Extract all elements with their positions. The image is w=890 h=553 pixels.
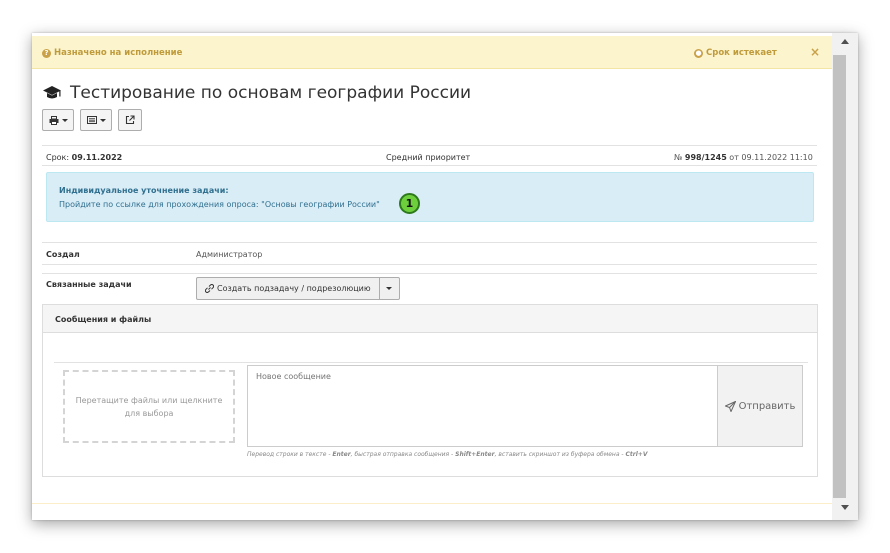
step-marker-badge: 1 bbox=[399, 193, 420, 214]
deadline-status: ● Срок истекает bbox=[694, 48, 777, 58]
deadline-status-label: Срок истекает bbox=[706, 48, 777, 58]
divider bbox=[54, 362, 808, 363]
hint-text-3: , вставить скриншот из буфера обмена - bbox=[494, 451, 626, 458]
hint-text-1: Перевод строки в тексте - bbox=[247, 451, 333, 458]
page-title: Тестирование по основам географии России bbox=[70, 83, 472, 103]
clarification-text: Пройдите по ссылке для прохождения опрос… bbox=[59, 200, 380, 209]
chevron-down-icon bbox=[61, 118, 68, 122]
messages-panel: Сообщения и файлы Перетащите файлы или щ… bbox=[42, 304, 818, 477]
assigned-status-label: Назначено на исполнение bbox=[54, 48, 183, 58]
number-prefix: № bbox=[674, 153, 685, 162]
status-alert-bar: ? Назначено на исполнение ● Срок истекае… bbox=[32, 36, 832, 69]
chevron-down-icon bbox=[99, 118, 106, 122]
new-message-input[interactable] bbox=[247, 365, 718, 447]
deadline-label: Срок: bbox=[46, 153, 72, 162]
scroll-thumb[interactable] bbox=[833, 55, 846, 498]
hint-key-ctrl-v: Ctrl+V bbox=[625, 451, 648, 458]
keyboard-hint: Перевод строки в тексте - Enter, быстрая… bbox=[247, 451, 647, 458]
created-by-value: Администратор bbox=[196, 250, 263, 259]
task-clarification-box: Индивидуальное уточнение задачи: Пройдит… bbox=[46, 172, 814, 222]
send-button[interactable]: Отправить bbox=[717, 365, 803, 447]
create-subtask-label: Создать подзадачу / подрезолюцию bbox=[217, 284, 371, 293]
print-button[interactable] bbox=[42, 109, 74, 131]
alert-close-button[interactable]: × bbox=[810, 45, 820, 59]
footer-divider bbox=[32, 503, 832, 504]
list-icon bbox=[86, 116, 97, 124]
divider bbox=[42, 145, 817, 146]
created-by-label: Создал bbox=[46, 250, 80, 259]
create-subtask-button[interactable]: Создать подзадачу / подрезолюцию bbox=[196, 277, 380, 300]
create-subtask-dropdown-toggle[interactable] bbox=[379, 277, 400, 300]
divider bbox=[42, 165, 817, 166]
hint-key-shift-enter: Shift+Enter bbox=[455, 451, 495, 458]
messages-panel-header: Сообщения и файлы bbox=[43, 305, 817, 333]
scroll-down-arrow-icon[interactable] bbox=[841, 505, 849, 510]
task-priority: Средний приоритет bbox=[386, 153, 471, 162]
hint-key-enter: Enter bbox=[332, 451, 351, 458]
assigned-status: ? Назначено на исполнение bbox=[42, 48, 182, 58]
number-date: от 09.11.2022 11:10 bbox=[726, 153, 813, 162]
task-header: Тестирование по основам географии России bbox=[42, 83, 471, 103]
send-button-label: Отправить bbox=[738, 400, 796, 412]
divider bbox=[42, 264, 817, 265]
print-icon bbox=[49, 115, 58, 125]
number-value: 998/1245 bbox=[684, 153, 727, 162]
chevron-down-icon bbox=[386, 287, 393, 290]
scroll-up-arrow-icon[interactable] bbox=[841, 39, 849, 44]
file-dropzone[interactable]: Перетащите файлы или щелкните для выбора bbox=[63, 370, 235, 443]
clock-icon: ● bbox=[694, 48, 703, 58]
link-icon bbox=[205, 284, 214, 293]
list-view-button[interactable] bbox=[80, 109, 112, 131]
task-window: ? Назначено на исполнение ● Срок истекае… bbox=[32, 33, 858, 520]
messages-panel-title: Сообщения и файлы bbox=[55, 315, 152, 324]
deadline-value: 09.11.2022 bbox=[71, 153, 123, 162]
send-icon bbox=[724, 400, 736, 412]
create-subtask-split-button: Создать подзадачу / подрезолюцию bbox=[196, 277, 400, 300]
divider bbox=[42, 242, 817, 243]
divider bbox=[42, 273, 817, 274]
clarification-title: Индивидуальное уточнение задачи: bbox=[59, 186, 229, 195]
related-tasks-label: Связанные задачи bbox=[46, 280, 132, 289]
task-deadline: Срок: 09.11.2022 bbox=[46, 153, 122, 162]
question-circle-icon: ? bbox=[42, 48, 51, 58]
external-link-icon bbox=[125, 115, 135, 125]
graduation-cap-icon bbox=[43, 86, 61, 99]
task-number: № 998/1245 от 09.11.2022 11:10 bbox=[674, 153, 813, 162]
open-external-button[interactable] bbox=[118, 109, 142, 131]
vertical-scrollbar[interactable] bbox=[832, 33, 858, 520]
hint-text-2: , быстрая отправка сообщения - bbox=[350, 451, 456, 458]
